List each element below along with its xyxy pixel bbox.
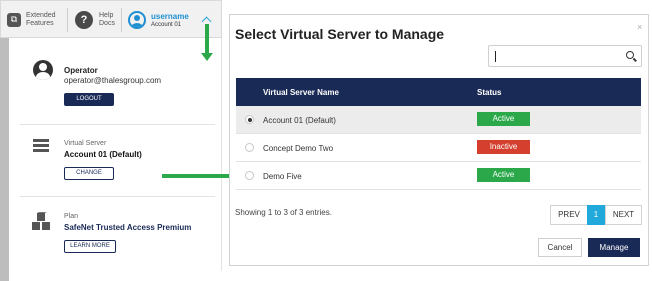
radio-button[interactable] xyxy=(245,143,254,152)
annotation-arrow-down xyxy=(205,24,209,54)
status-badge: Inactive xyxy=(477,140,530,154)
section-divider xyxy=(20,124,215,125)
annotation-arrow-down-head xyxy=(201,53,213,61)
server-name: Concept Demo Two xyxy=(263,144,334,153)
user-avatar-icon xyxy=(128,11,146,29)
logout-button[interactable]: LOGOUT xyxy=(64,93,114,106)
username: username xyxy=(151,11,189,21)
modal-title: Select Virtual Server to Manage xyxy=(235,26,445,42)
server-icon xyxy=(33,139,49,154)
annotation-arrow-right xyxy=(162,174,233,178)
server-name: Account 01 (Default) xyxy=(263,116,336,125)
radio-button[interactable] xyxy=(245,171,254,180)
table-row[interactable]: Demo Five Active xyxy=(236,162,641,190)
top-bar-divider xyxy=(121,8,122,32)
user-menu-toggle[interactable]: username Account 01 xyxy=(128,1,189,39)
column-header-status: Status xyxy=(477,88,502,97)
extended-features-icon: ⧉ xyxy=(7,13,21,27)
manage-button[interactable]: Manage xyxy=(588,238,640,257)
top-bar-divider xyxy=(67,8,68,32)
status-badge: Active xyxy=(477,112,530,126)
page-1-button[interactable]: 1 xyxy=(587,205,605,225)
account-dropdown-panel: ⧉ Extended Features ? Help Docs username… xyxy=(0,0,222,281)
radio-button[interactable] xyxy=(245,115,254,124)
section-divider xyxy=(20,196,215,197)
status-badge: Active xyxy=(477,168,530,182)
extended-features-label: Extended Features xyxy=(26,12,56,27)
top-bar: ⧉ Extended Features ? Help Docs username… xyxy=(0,0,222,38)
help-docs-label: Help Docs xyxy=(99,12,115,27)
operator-avatar-icon xyxy=(33,60,53,80)
operator-role: Operator xyxy=(64,66,98,75)
panel-edge xyxy=(0,38,9,281)
learn-more-button[interactable]: LEARN MORE xyxy=(64,240,116,253)
server-name: Demo Five xyxy=(263,172,302,181)
search-input[interactable] xyxy=(488,45,642,67)
text-cursor xyxy=(495,51,496,62)
search-icon[interactable] xyxy=(626,51,634,59)
next-page-button[interactable]: NEXT xyxy=(605,205,642,225)
select-virtual-server-modal: Select Virtual Server to Manage × Virtua… xyxy=(229,14,649,266)
extended-features-link[interactable]: ⧉ Extended Features xyxy=(7,1,56,39)
cancel-button[interactable]: Cancel xyxy=(538,238,582,257)
cubes-icon xyxy=(32,212,50,230)
help-icon: ? xyxy=(75,11,93,29)
plan-name: SafeNet Trusted Access Premium xyxy=(64,223,192,232)
prev-page-button[interactable]: PREV xyxy=(550,205,588,225)
plan-label: Plan xyxy=(64,213,79,220)
account-name: Account 01 xyxy=(151,21,182,28)
change-button[interactable]: CHANGE xyxy=(64,167,114,180)
table-row[interactable]: Account 01 (Default) Active xyxy=(236,106,641,134)
column-header-name: Virtual Server Name xyxy=(263,88,339,97)
table-row[interactable]: Concept Demo Two Inactive xyxy=(236,134,641,162)
virtual-server-name: Account 01 (Default) xyxy=(64,150,142,159)
table-header: Virtual Server Name Status xyxy=(236,78,641,106)
entries-info: Showing 1 to 3 of 3 entries. xyxy=(235,208,332,217)
virtual-server-label: Virtual Server xyxy=(64,140,107,147)
operator-email: operator@thalesgroup.com xyxy=(64,76,162,85)
help-docs-link[interactable]: ? Help Docs xyxy=(75,1,115,39)
close-icon[interactable]: × xyxy=(637,22,642,32)
